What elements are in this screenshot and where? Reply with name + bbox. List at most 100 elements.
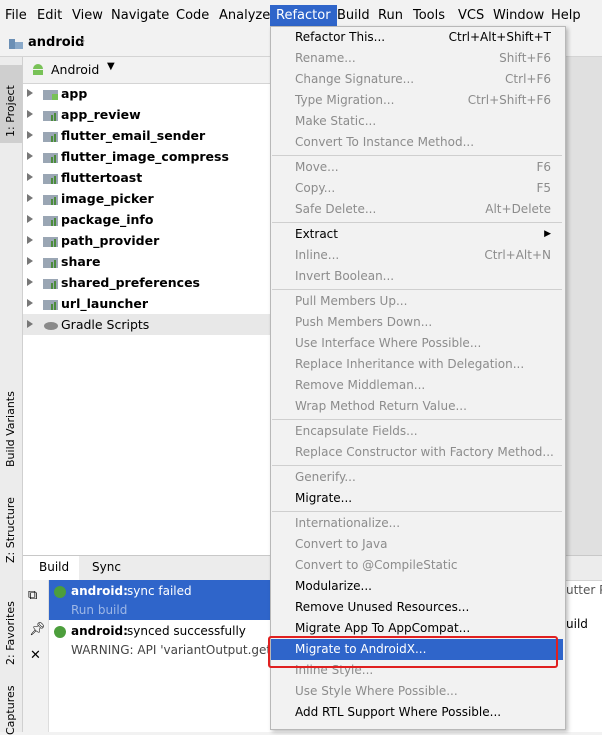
menu-item[interactable]: Use Interface Where Possible... [271,333,563,354]
menu-item[interactable]: Invert Boolean... [271,266,563,287]
tree-item-label: package_info [61,212,154,227]
menu-edit[interactable]: Edit [37,7,62,25]
menu-refactor[interactable]: Refactor [270,5,337,27]
menu-item-label: Encapsulate Fields... [295,424,418,438]
menu-item-label: Rename... [295,51,356,65]
menu-item-label: Copy... [295,181,336,195]
project-view-selector[interactable]: Android [51,62,99,77]
expand-arrow-icon[interactable] [27,152,33,160]
tab-build[interactable]: Build [39,560,69,574]
menu-item[interactable]: Copy... F5 [271,178,563,199]
tab-captures[interactable]: Captures [2,679,20,735]
tree-item[interactable]: flutter_image_compress [23,146,271,167]
menu-item[interactable]: Modularize... [271,576,563,597]
menu-item[interactable]: Safe Delete... Alt+Delete [271,199,563,220]
expand-arrow-icon[interactable] [27,110,33,118]
menu-item[interactable]: Wrap Method Return Value... [271,396,563,417]
tab-structure[interactable]: Z: Structure [2,485,20,563]
menu-item-label: Internationalize... [295,516,401,530]
menu-separator [272,511,562,512]
menu-view[interactable]: View [72,7,103,25]
console-text: utter P [566,583,602,597]
menu-item[interactable]: Migrate... [271,488,563,509]
menu-item-label: Type Migration... [295,93,395,107]
tab-favorites[interactable]: 2: Favorites [2,585,20,665]
menu-item-label: Use Style Where Possible... [295,684,458,698]
module-folder-icon [43,174,58,184]
menu-help[interactable]: Help [551,7,581,25]
module-folder-icon [43,300,58,310]
tree-item[interactable]: package_info [23,209,271,230]
tree-item[interactable]: app_review [23,104,271,125]
restore-icon[interactable]: ⧉ [28,588,37,603]
menu-vcs[interactable]: VCS [458,7,484,25]
menu-item[interactable]: Convert to @CompileStatic [271,555,563,576]
menu-item[interactable]: Type Migration... Ctrl+Shift+F6 [271,90,563,111]
menu-build[interactable]: Build [337,7,370,25]
expand-arrow-icon[interactable] [27,299,33,307]
menu-item[interactable]: Move... F6 [271,157,563,178]
expand-arrow-icon[interactable] [27,278,33,286]
menu-item[interactable]: Make Static... [271,111,563,132]
chevron-down-icon[interactable]: ▼ [107,61,115,72]
tree-item[interactable]: url_launcher [23,293,271,314]
menu-code[interactable]: Code [176,7,209,25]
menu-item[interactable]: Extract ▶ [271,224,563,245]
tab-build-variants[interactable]: Build Variants [2,377,20,467]
menu-item[interactable]: Remove Unused Resources... [271,597,563,618]
tab-sync[interactable]: Sync [92,560,121,574]
tree-item[interactable]: fluttertoast [23,167,271,188]
tree-item[interactable]: Gradle Scripts [23,314,271,335]
tree-item[interactable]: share [23,251,271,272]
expand-arrow-icon[interactable] [27,215,33,223]
expand-arrow-icon[interactable] [27,89,33,97]
menu-item[interactable]: Encapsulate Fields... [271,421,563,442]
close-icon[interactable]: ✕ [30,648,41,663]
tree-item[interactable]: flutter_email_sender [23,125,271,146]
menu-item-label: Push Members Down... [295,315,433,329]
module-folder-icon [43,279,58,289]
menu-item[interactable]: Use Style Where Possible... [271,681,563,702]
menu-analyze[interactable]: Analyze [219,7,270,25]
menu-item[interactable]: Change Signature... Ctrl+F6 [271,69,563,90]
tree-item[interactable]: path_provider [23,230,271,251]
pin-icon[interactable]: 📌︎ [29,622,46,637]
menu-item[interactable]: Convert To Instance Method... [271,132,563,153]
expand-arrow-icon[interactable] [27,236,33,244]
menu-run[interactable]: Run [378,7,403,25]
menu-item-label: Safe Delete... [295,202,377,216]
menu-item[interactable]: Push Members Down... [271,312,563,333]
expand-arrow-icon[interactable] [27,320,33,328]
menu-file[interactable]: File [5,7,27,25]
expand-arrow-icon[interactable] [27,194,33,202]
menu-item-shortcut: F5 [536,181,551,195]
expand-arrow-icon[interactable] [27,173,33,181]
menu-item[interactable]: Refactor This... Ctrl+Alt+Shift+T [271,27,563,48]
project-folder-icon [9,39,23,49]
menu-item[interactable]: Pull Members Up... [271,291,563,312]
menu-item[interactable]: Replace Inheritance with Delegation... [271,354,563,375]
menu-item-label: Pull Members Up... [295,294,408,308]
tree-item[interactable]: app [23,83,271,104]
menu-item[interactable]: Convert to Java [271,534,563,555]
menu-item[interactable]: Internationalize... [271,513,563,534]
menu-tools[interactable]: Tools [413,7,445,25]
menu-item[interactable]: Add RTL Support Where Possible... [271,702,563,723]
tree-item[interactable]: shared_preferences [23,272,271,293]
expand-arrow-icon[interactable] [27,131,33,139]
menu-item[interactable]: Inline... Ctrl+Alt+N [271,245,563,266]
expand-arrow-icon[interactable] [27,257,33,265]
menu-separator [272,155,562,156]
menu-navigate[interactable]: Navigate [111,7,169,25]
menu-item-label: Migrate App To AppCompat... [295,621,471,635]
module-folder-icon [43,153,58,163]
menu-item[interactable]: Generify... [271,467,563,488]
tree-item[interactable]: image_picker [23,188,271,209]
menu-item[interactable]: Remove Middleman... [271,375,563,396]
menu-item[interactable]: Replace Constructor with Factory Method.… [271,442,563,463]
menu-item[interactable]: Rename... Shift+F6 [271,48,563,69]
module-folder-icon [43,132,58,142]
menu-window[interactable]: Window [493,7,544,25]
tab-project[interactable]: 1: Project [2,67,20,137]
breadcrumb-project[interactable]: android [28,35,84,50]
